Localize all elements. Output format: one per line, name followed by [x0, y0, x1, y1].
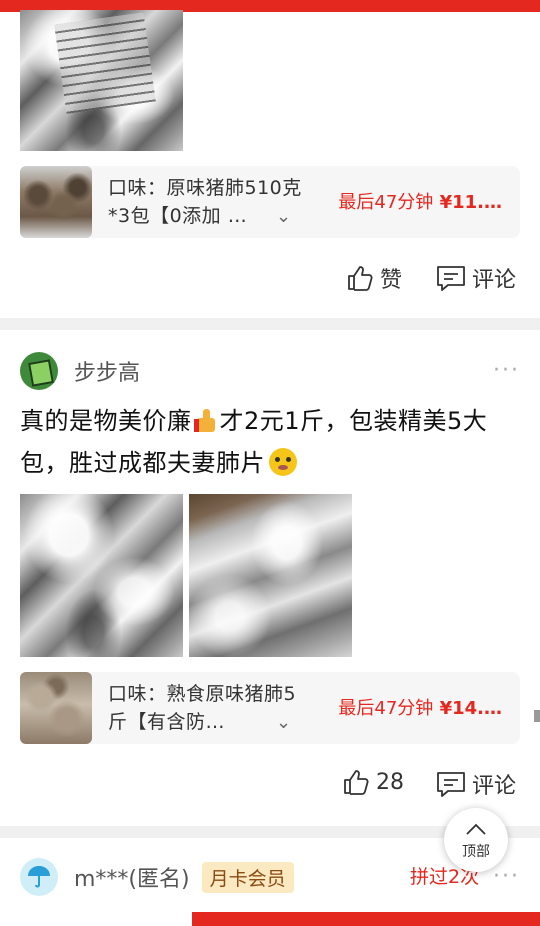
username[interactable]: m***(匿名): [74, 861, 190, 893]
post-image[interactable]: [189, 494, 352, 657]
comment-icon: [437, 266, 465, 291]
username[interactable]: 步步高: [74, 355, 140, 387]
avatar[interactable]: [20, 858, 58, 896]
comment-label: 评论: [472, 268, 517, 293]
chevron-down-icon[interactable]: ⌄: [276, 206, 291, 227]
post-image[interactable]: [20, 494, 183, 657]
comment-label: 评论: [472, 774, 517, 799]
back-to-top-label: 顶部: [462, 844, 490, 860]
nutrition-label: [54, 12, 156, 114]
smiley-emoji-icon: [269, 448, 297, 476]
product-card[interactable]: 口味：熟食原味猪肺5斤【有含防… ⌄ 最后47分钟 ¥14.…: [20, 672, 520, 744]
price-value: ¥14.…: [439, 698, 502, 719]
comment-icon: [437, 772, 465, 797]
post-actions: 28 评论: [0, 768, 540, 800]
comment-button[interactable]: 评论: [436, 768, 516, 800]
product-card[interactable]: 口味：原味猪肺510克*3包【0添加 … ⌄ 最后47分钟 ¥11.…: [20, 166, 520, 238]
more-options-icon[interactable]: ···: [493, 864, 520, 889]
post-author[interactable]: m***(匿名) 月卡会员: [20, 858, 294, 896]
like-button[interactable]: 28: [342, 768, 404, 796]
bottom-action-bar[interactable]: [192, 912, 540, 926]
like-label: 赞: [380, 268, 403, 293]
product-thumbnail: [20, 166, 92, 238]
product-thumbnail: [20, 672, 92, 744]
thumbs-up-emoji-icon: [193, 407, 218, 433]
post-actions: 赞 评论: [0, 262, 540, 294]
price-countdown: 最后47分钟: [338, 698, 434, 719]
back-to-top-button[interactable]: 顶部: [444, 808, 508, 872]
comment-button[interactable]: 评论: [436, 262, 516, 294]
scrollbar-thumb[interactable]: [534, 710, 540, 722]
review-text: 真的是物美价廉 才2元1斤，包装精美5大包，胜过成都夫妻肺片: [20, 400, 525, 484]
like-count: 28: [376, 769, 404, 795]
review-text-part1: 真的是物美价廉: [20, 407, 192, 435]
more-options-icon[interactable]: ···: [493, 358, 520, 383]
umbrella-icon: [28, 866, 50, 888]
product-price: 最后47分钟 ¥14.…: [338, 694, 502, 720]
post-author[interactable]: 步步高: [20, 352, 140, 390]
post-image[interactable]: [20, 10, 183, 151]
price-countdown: 最后47分钟: [338, 192, 434, 213]
membership-badge: 月卡会员: [201, 861, 294, 893]
product-price: 最后47分钟 ¥11.…: [338, 188, 502, 214]
section-divider: [0, 318, 540, 330]
avatar[interactable]: [20, 352, 58, 390]
thumbs-up-icon: [344, 770, 369, 795]
price-value: ¥11.…: [439, 192, 502, 213]
chevron-down-icon[interactable]: ⌄: [276, 712, 291, 733]
like-button[interactable]: 赞: [346, 262, 402, 294]
chevron-up-icon: [466, 823, 486, 835]
thumbs-up-icon: [348, 266, 373, 291]
